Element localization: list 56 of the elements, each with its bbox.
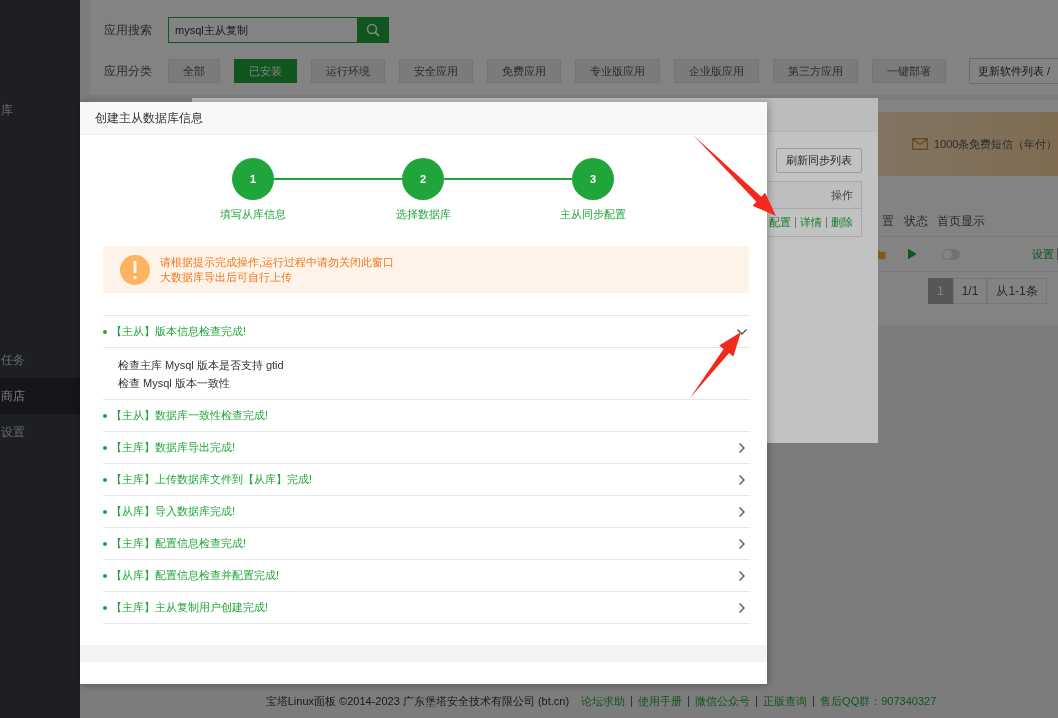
arrow-annotation — [690, 332, 741, 398]
category-tab[interactable]: 运行环境 — [311, 59, 385, 83]
footer-link[interactable]: 售后QQ群：907340327 — [820, 693, 937, 709]
category-tab[interactable]: 已安装 — [234, 59, 297, 83]
update-list-button[interactable]: 更新软件列表 / — [968, 58, 1058, 84]
category-tab[interactable]: 全部 — [168, 59, 220, 83]
mail-icon — [912, 138, 928, 150]
check-item: 【主库】配置信息检查完成! — [111, 536, 247, 551]
step-number: 3 — [572, 158, 614, 200]
check-item: 【从库】配置信息检查并配置完成! — [111, 568, 280, 583]
sidebar-item[interactable]: 任务 — [0, 342, 80, 378]
check-item: 【主从】版本信息检查完成! — [111, 324, 247, 339]
page-info: 1/1 — [952, 278, 988, 304]
step-label: 选择数据库 — [395, 207, 451, 222]
check-item: 【主库】主从复制用户创建完成! — [111, 600, 269, 615]
footer-link[interactable]: 正版查询 — [763, 693, 808, 709]
action-link[interactable]: 删除 — [831, 215, 853, 230]
notice-text: 请根据提示完成操作,运行过程中请勿关闭此窗口 — [160, 254, 395, 270]
category-tab[interactable]: 企业版应用 — [674, 59, 759, 83]
check-item: 【主库】数据库导出完成! — [111, 440, 236, 455]
warning-icon — [120, 254, 150, 285]
footer-link[interactable]: 微信公众号 — [695, 693, 751, 709]
promo-text: 1000条免费短信（年付） — [934, 136, 1058, 152]
dialog-title: 创建主从数据库信息 — [95, 109, 203, 127]
step-number: 1 — [232, 158, 274, 200]
column-header: 操作 — [831, 187, 853, 203]
category-tab[interactable]: 免费应用 — [487, 59, 561, 83]
category-tab[interactable]: 一键部署 — [872, 59, 946, 83]
column-header: 首页显示 — [937, 212, 985, 230]
check-detail: 检查主库 Mysql 版本是否支持 gtid — [118, 357, 285, 373]
footer-link[interactable]: 使用手册 — [638, 693, 683, 709]
copyright-text: 宝塔Linux面板 ©2014-2023 广东堡塔安全技术有限公司 (bt.cn) — [265, 693, 570, 709]
notice-text: 大数据库导出后可自行上传 — [160, 269, 293, 285]
sidebar-item[interactable]: 商店 — [0, 378, 80, 414]
category-tab[interactable]: 专业版应用 — [575, 59, 660, 83]
check-item: 【从库】导入数据库完成! — [111, 504, 236, 519]
range-info: 从1-1条 — [987, 278, 1047, 304]
search-label: 应用搜索 — [104, 21, 153, 39]
settings-link[interactable]: 设置 — [1032, 246, 1055, 262]
check-detail: 检查 Mysql 版本一致性 — [118, 375, 231, 391]
category-label: 应用分类 — [104, 62, 153, 80]
check-item: 【主从】数据库一致性检查完成! — [111, 408, 269, 423]
step-number: 2 — [402, 158, 444, 200]
refresh-button[interactable]: 刷新同步列表 — [776, 148, 862, 173]
search-icon — [366, 23, 380, 37]
sidebar-item[interactable]: 库 — [0, 92, 80, 128]
column-header: 状态 — [904, 212, 929, 230]
footer-link[interactable]: 论坛求助 — [581, 693, 626, 709]
search-field[interactable]: mysql主从复制 — [168, 17, 357, 43]
action-link[interactable]: 详情 — [800, 215, 822, 230]
step-label: 填写从库信息 — [220, 207, 286, 222]
step-label: 主从同步配置 — [560, 207, 626, 222]
category-tab[interactable]: 安全应用 — [399, 59, 473, 83]
check-item: 【主库】上传数据库文件到【从库】完成! — [111, 472, 313, 487]
column-header: 置 — [882, 212, 895, 230]
action-link[interactable]: 配置 — [769, 215, 791, 230]
